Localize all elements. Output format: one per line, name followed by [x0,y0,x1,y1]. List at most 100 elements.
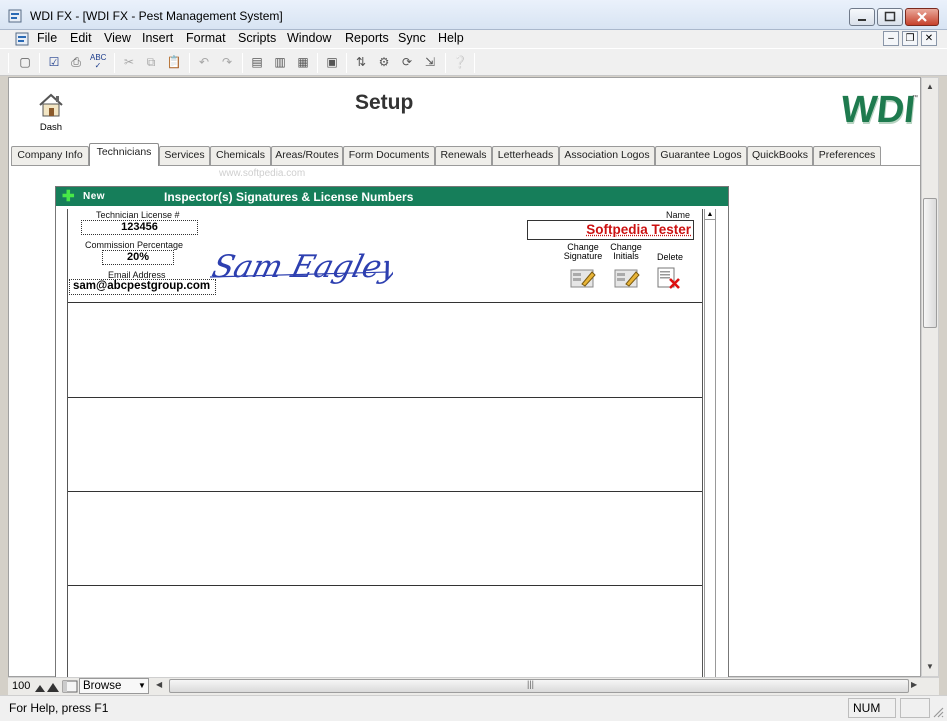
change-initials-button[interactable] [614,267,640,289]
tab-chemicals[interactable]: Chemicals [210,146,271,165]
new-button[interactable]: New [83,191,105,202]
tab-renewals[interactable]: Renewals [435,146,492,165]
email-field[interactable]: sam@abcpestgroup.com [69,279,216,295]
mode-value: Browse [83,680,122,692]
tab-strip: Company Info Technicians Services Chemic… [11,143,921,166]
dash-label: Dash [39,122,63,133]
delete-button[interactable] [656,267,682,289]
tab-form-documents[interactable]: Form Documents [343,146,435,165]
window-title: WDI FX - [WDI FX - Pest Management Syste… [30,9,283,23]
undo-icon[interactable]: ↶ [196,54,212,70]
delete-label: Delete [656,252,683,262]
sort-icon[interactable]: ⇅ [353,54,369,70]
toolbar-separator [189,53,190,73]
scroll-up-icon[interactable]: ▲ [705,209,715,220]
menu-insert[interactable]: Insert [142,31,173,45]
mdi-minimize-button[interactable]: – [883,31,899,46]
redo-icon[interactable]: ↷ [219,54,235,70]
tab-guarantee-logos[interactable]: Guarantee Logos [655,146,747,165]
chevron-down-icon: ▼ [138,681,146,690]
scroll-right-icon[interactable]: ▶ [911,680,917,689]
print-icon[interactable]: ⎙ [68,54,84,70]
home-icon [39,93,63,117]
menu-sync[interactable]: Sync [398,31,426,45]
paste-icon[interactable]: 📋 [166,54,182,70]
delete-record-icon[interactable]: ▦ [295,54,311,70]
menu-bar: File Edit View Insert Format Scripts Win… [0,30,947,48]
svg-text:Sam Eagleye: Sam Eagleye [209,249,393,284]
mdi-close-button[interactable]: ✕ [921,31,937,46]
menu-file[interactable]: File [37,31,57,45]
toolbar-separator [445,53,446,73]
status-area-icon[interactable] [62,679,78,694]
duplicate-record-icon[interactable]: ▥ [272,54,288,70]
menu-reports[interactable]: Reports [345,31,389,45]
wdi-logo: WDI WDI ™ [842,91,918,129]
tab-preferences[interactable]: Preferences [813,146,881,165]
menu-format[interactable]: Format [186,31,226,45]
license-label: Technician License # [96,210,180,220]
minimize-icon: – [888,33,894,44]
technician-row: Technician License # 123456 Commission P… [68,209,702,303]
copy-icon[interactable]: ⧉ [143,54,159,70]
menu-scripts[interactable]: Scripts [238,31,276,45]
grip-icon: ||| [527,679,535,689]
license-field[interactable]: 123456 [81,220,198,235]
toolbar-separator [474,53,475,73]
zoom-buttons-icon[interactable] [34,680,60,693]
scroll-down-icon[interactable]: ▼ [922,658,938,675]
sync-icon[interactable]: ⟳ [399,54,415,70]
cut-icon[interactable]: ✂ [121,54,137,70]
help-hint: For Help, press F1 [9,701,109,715]
technician-row [68,304,702,398]
tab-association-logos[interactable]: Association Logos [559,146,655,165]
menu-window[interactable]: Window [287,31,331,45]
layout-area: Dash Setup WDI WDI ™ Company Info Techni… [8,77,921,679]
dash-button[interactable]: Dash [33,92,69,133]
import-icon[interactable]: ⇲ [422,54,438,70]
tab-services[interactable]: Services [159,146,210,165]
tab-technicians[interactable]: Technicians [89,143,159,166]
plus-icon[interactable]: ✚ [62,189,75,204]
svg-text:WDI: WDI [842,91,917,129]
change-signature-button[interactable] [570,267,596,289]
commission-field[interactable]: 20% [102,250,174,265]
horizontal-scroll-thumb[interactable]: ||| [169,679,909,693]
minimize-button[interactable] [849,8,875,26]
menu-view[interactable]: View [104,31,131,45]
close-icon: ✕ [924,33,934,44]
scroll-up-icon[interactable]: ▲ [922,78,938,95]
vertical-scrollbar[interactable]: ▲ ▼ [921,77,939,677]
toolbar-separator [8,53,9,73]
portal-scrollbar[interactable]: ▲ [704,209,716,679]
tab-company-info[interactable]: Company Info [11,146,89,165]
toolbar-separator [317,53,318,73]
help-icon[interactable]: ❔ [452,54,468,70]
new-record-icon[interactable]: ▤ [249,54,265,70]
scroll-thumb[interactable] [923,198,937,328]
page-title: Setup [355,91,414,114]
toolbar-separator [346,53,347,73]
menu-edit[interactable]: Edit [70,31,92,45]
new-icon[interactable]: ▢ [17,54,33,70]
name-label: Name [666,210,691,220]
minimize-icon [858,19,866,21]
close-button[interactable] [905,8,939,26]
resize-grip-icon[interactable] [932,706,944,718]
tab-areas-routes[interactable]: Areas/Routes [271,146,343,165]
script-icon[interactable]: ⚙ [376,54,392,70]
menu-help[interactable]: Help [438,31,464,45]
mdi-restore-button[interactable]: ❐ [902,31,918,46]
find-icon[interactable]: ▣ [324,54,340,70]
maximize-button[interactable] [877,8,903,26]
document-icon[interactable] [14,31,30,47]
spell-check-icon[interactable]: ABC ✓ [90,54,106,70]
zoom-level[interactable]: 100 [12,680,30,692]
tab-quickbooks[interactable]: QuickBooks [747,146,813,165]
name-field[interactable]: Softpedia Tester [527,220,694,240]
check-icon[interactable]: ☑ [46,54,62,70]
signature-image: Sam Eagleye [209,249,393,284]
scroll-left-icon[interactable]: ◀ [156,680,162,689]
tab-letterheads[interactable]: Letterheads [492,146,559,165]
mode-dropdown[interactable]: Browse ▼ [79,678,149,694]
